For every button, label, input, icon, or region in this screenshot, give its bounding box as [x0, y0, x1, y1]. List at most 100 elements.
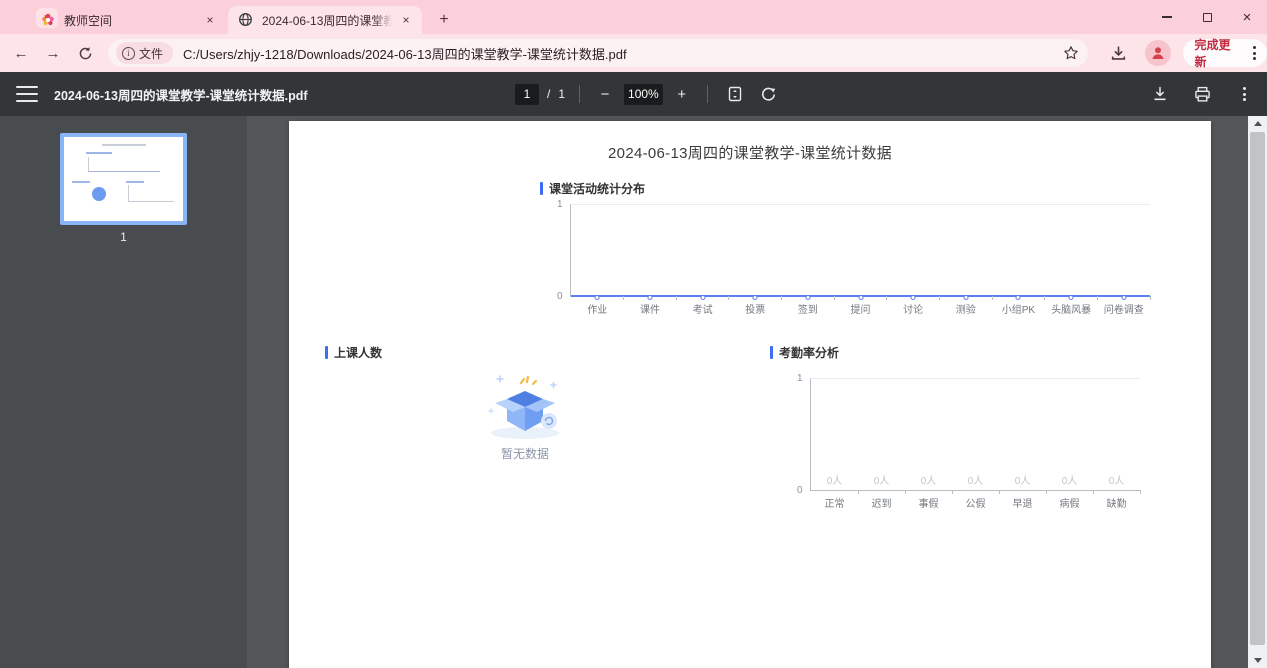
chart-category: 小组PK: [992, 205, 1045, 296]
data-point-marker: [1016, 295, 1021, 300]
section-attendance-count-heading: 上课人数: [325, 344, 382, 361]
fit-page-button[interactable]: [722, 81, 748, 107]
tab-title: 教师空间: [64, 12, 196, 29]
page-thumbnail[interactable]: [60, 133, 187, 225]
axis-tick: [1046, 490, 1047, 494]
chrome-update-button[interactable]: 完成更新: [1183, 39, 1267, 67]
browser-menu-icon[interactable]: [1245, 44, 1263, 62]
section-heading-label: 上课人数: [334, 344, 382, 361]
chart-category: 0人缺勤: [1093, 379, 1140, 490]
browser-navbar: ← → i 文件 C:/Users/zhjy-1218/Downloads/20…: [0, 34, 1267, 72]
pdf-menu-button[interactable]: [16, 86, 38, 102]
activity-ytick-max: 1: [557, 199, 563, 210]
axis-tick: [1044, 296, 1045, 300]
axis-tick: [952, 490, 953, 494]
scroll-down-button[interactable]: [1248, 653, 1267, 668]
profile-avatar[interactable]: [1145, 40, 1170, 66]
activity-chart-categories: 作业课件考试投票签到提问讨论测验小组PK头脑风暴问卷调查: [571, 205, 1150, 296]
data-value-label: 0人: [1046, 472, 1093, 487]
tab-pdf-active[interactable]: 2024-06-13周四的课堂教学-课 ×: [228, 6, 422, 34]
page-number-input[interactable]: 1: [515, 84, 539, 105]
update-label: 完成更新: [1195, 36, 1242, 70]
tab-teacher-space[interactable]: 教师空间 ×: [30, 6, 226, 34]
activity-chart-plot: 作业课件考试投票签到提问讨论测验小组PK头脑风暴问卷调查: [570, 204, 1150, 297]
print-icon: [1194, 86, 1211, 103]
bookmark-star-icon[interactable]: [1060, 42, 1082, 64]
chart-category: 0人公假: [952, 379, 999, 490]
chart-category: 讨论: [887, 205, 940, 296]
minimize-button[interactable]: [1147, 0, 1187, 34]
axis-tick: [676, 296, 677, 300]
data-point-marker: [753, 295, 758, 300]
pdf-page-controls: 1 / 1 − 100% +: [515, 72, 782, 116]
info-icon: i: [122, 47, 135, 60]
globe-favicon-icon: [238, 12, 254, 28]
tab-close-icon[interactable]: ×: [398, 12, 414, 28]
section-attendance-rate-heading: 考勤率分析: [770, 344, 839, 361]
data-value-label: 0人: [905, 472, 952, 487]
page-total: 1: [558, 87, 565, 101]
data-value-label: 0人: [858, 472, 905, 487]
tab-close-icon[interactable]: ×: [202, 12, 218, 28]
data-point-marker: [805, 295, 810, 300]
file-chip-label: 文件: [139, 45, 163, 62]
pdf-page: 2024-06-13周四的课堂教学-课堂统计数据 课堂活动统计分布 1 0 作业…: [289, 121, 1211, 668]
toolbar-divider: [707, 85, 708, 103]
new-tab-button[interactable]: +: [432, 8, 456, 32]
pdf-more-options-icon[interactable]: [1235, 85, 1253, 103]
downloads-button[interactable]: [1106, 40, 1131, 66]
data-point-marker: [1069, 295, 1074, 300]
axis-tick: [623, 296, 624, 300]
minimize-icon: [1162, 16, 1172, 17]
section-activity-heading: 课堂活动统计分布: [540, 180, 645, 197]
vertical-scrollbar[interactable]: [1248, 116, 1267, 668]
data-value-label: 0人: [999, 472, 1046, 487]
download-tray-icon: [1110, 45, 1127, 62]
axis-tick: [728, 296, 729, 300]
heading-accent-bar: [325, 346, 328, 359]
file-scheme-chip[interactable]: i 文件: [116, 42, 173, 64]
chart-category: 问卷调查: [1097, 205, 1150, 296]
data-point-marker: [963, 295, 968, 300]
flower-favicon-icon: [40, 12, 56, 28]
reload-button[interactable]: [72, 40, 98, 66]
heading-accent-bar: [540, 182, 543, 195]
data-value-label: 0人: [811, 472, 858, 487]
data-point-marker: [700, 295, 705, 300]
data-point-marker: [911, 295, 916, 300]
chart-category: 签到: [782, 205, 835, 296]
zoom-in-button[interactable]: +: [671, 83, 693, 105]
scroll-up-button[interactable]: [1248, 116, 1267, 131]
zoom-out-button[interactable]: −: [594, 83, 616, 105]
window-controls: ×: [1147, 0, 1267, 34]
chart-category: 头脑风暴: [1045, 205, 1098, 296]
category-label: 缺勤: [1073, 495, 1160, 510]
back-button[interactable]: ←: [8, 40, 34, 66]
axis-tick: [886, 296, 887, 300]
arrow-down-icon: [1254, 658, 1262, 663]
close-button[interactable]: ×: [1227, 0, 1267, 34]
maximize-button[interactable]: [1187, 0, 1227, 34]
zoom-level-input[interactable]: 100%: [624, 84, 663, 105]
url-text[interactable]: C:/Users/zhjy-1218/Downloads/2024-06-13周…: [183, 44, 1060, 63]
scrollbar-thumb[interactable]: [1250, 132, 1265, 645]
axis-tick: [905, 490, 906, 494]
pdf-action-buttons: [1147, 72, 1253, 116]
rotate-icon: [760, 86, 777, 103]
heading-accent-bar: [770, 346, 773, 359]
pdf-download-button[interactable]: [1147, 81, 1173, 107]
chart-category: 0人事假: [905, 379, 952, 490]
pdf-content-area: 2024-06-13周四的课堂教学-课堂统计数据 课堂活动统计分布 1 0 作业…: [247, 116, 1248, 668]
section-heading-label: 考勤率分析: [779, 344, 839, 361]
arrow-up-icon: [1254, 121, 1262, 126]
data-point-marker: [595, 295, 600, 300]
rotate-button[interactable]: [756, 81, 782, 107]
forward-button[interactable]: →: [40, 40, 66, 66]
pdf-print-button[interactable]: [1189, 81, 1215, 107]
axis-tick: [1097, 296, 1098, 300]
axis-tick: [1150, 296, 1151, 300]
person-icon: [1150, 45, 1166, 61]
restore-icon: [1203, 13, 1212, 22]
chart-category: 提问: [834, 205, 887, 296]
address-bar[interactable]: i 文件 C:/Users/zhjy-1218/Downloads/2024-0…: [108, 39, 1088, 67]
